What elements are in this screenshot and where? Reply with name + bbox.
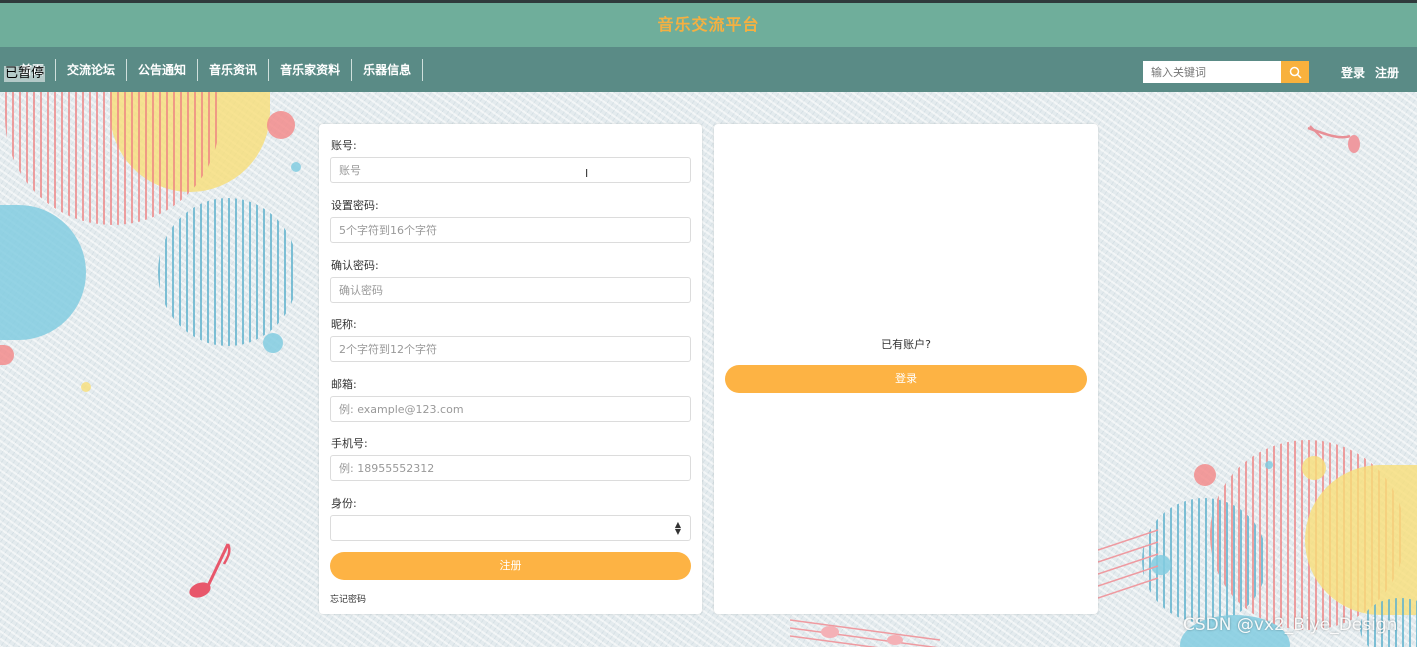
account-input[interactable] <box>330 157 691 183</box>
search-button[interactable] <box>1281 61 1309 83</box>
nav-item-music-news[interactable]: 音乐资讯 <box>198 58 270 81</box>
nav-item-instrument-info[interactable]: 乐器信息 <box>352 58 424 81</box>
nav-item-musician-profiles[interactable]: 音乐家资料 <box>269 58 353 81</box>
nav-item-forum[interactable]: 交流论坛 <box>56 58 128 81</box>
site-title: 音乐交流平台 <box>657 15 760 34</box>
text-cursor-icon: I <box>585 167 589 180</box>
role-label: 身份: <box>331 497 357 510</box>
existing-account-prompt: 已有账户? <box>881 338 931 351</box>
login-button[interactable]: 登录 <box>725 365 1087 393</box>
password-input[interactable] <box>330 217 691 243</box>
nav-item-announcements[interactable]: 公告通知 <box>127 58 199 81</box>
nickname-input[interactable] <box>330 336 691 362</box>
email-label: 邮箱: <box>331 378 357 391</box>
nav-menu: 首页 交流论坛 公告通知 音乐资讯 音乐家资料 乐器信息 <box>0 47 424 92</box>
role-select[interactable]: ▲ ▼ <box>330 515 691 541</box>
account-label: 账号: <box>331 139 357 152</box>
phone-label: 手机号: <box>331 437 368 450</box>
title-bar: 音乐交流平台 <box>0 3 1417 47</box>
nav-register-link[interactable]: 注册 <box>1375 64 1399 81</box>
nav-login-link[interactable]: 登录 <box>1341 64 1365 81</box>
email-input[interactable] <box>330 396 691 422</box>
select-arrows-icon: ▲ ▼ <box>674 520 681 536</box>
register-submit-button[interactable]: 注册 <box>330 552 691 580</box>
nickname-label: 昵称: <box>331 318 357 331</box>
paused-overlay-label: 已暂停 <box>4 66 46 82</box>
search-icon <box>1289 66 1302 79</box>
forgot-password-link[interactable]: 忘记密码 <box>330 592 366 605</box>
register-form-card: 账号: 设置密码: 确认密码: 昵称: 邮箱: 手机号: 身份: ▲▼ 注册 忘… <box>319 124 702 614</box>
search-input[interactable] <box>1143 61 1281 83</box>
confirm-password-input[interactable] <box>330 277 691 303</box>
confirm-password-label: 确认密码: <box>331 259 379 272</box>
csdn-watermark: CSDN @vx2_Biye_Design <box>1183 615 1398 635</box>
phone-input[interactable] <box>330 455 691 481</box>
password-label: 设置密码: <box>331 199 379 212</box>
login-panel-card: 已有账户? 登录 <box>714 124 1098 614</box>
